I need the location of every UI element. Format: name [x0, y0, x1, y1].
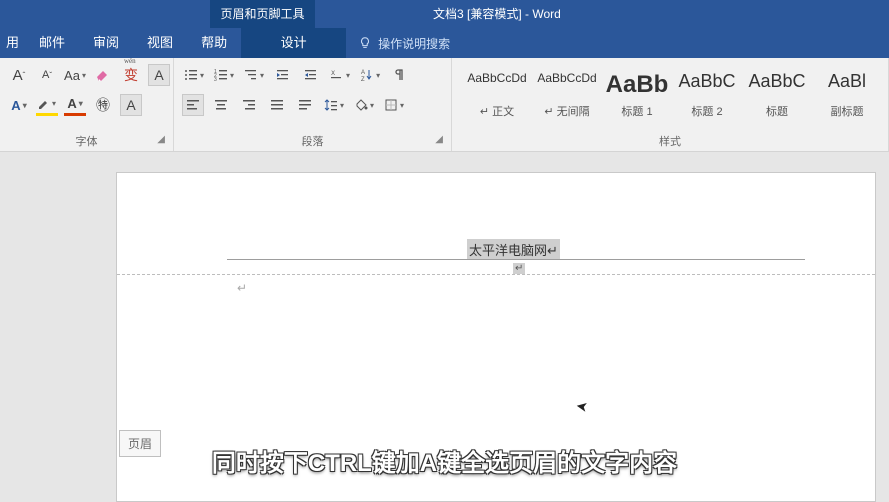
align-center-button[interactable] [210, 94, 232, 116]
header-text-selected[interactable]: 太平洋电脑网↵ [467, 239, 560, 260]
group-paragraph-label: 段落 ◢ [180, 133, 445, 151]
highlighter-icon [38, 98, 50, 110]
decrease-indent-button[interactable] [272, 64, 294, 86]
text-effects-button[interactable]: A [8, 94, 30, 116]
title-bar: 页眉和页脚工具 文档3 [兼容模式] - Word [0, 0, 889, 28]
style-item[interactable]: AaBb 标题 1 [602, 66, 672, 122]
align-center-icon [214, 98, 228, 112]
sort-icon: AZ [360, 68, 374, 82]
numbering-button[interactable]: 123 [212, 64, 236, 86]
header-region[interactable]: 太平洋电脑网↵ ↵ [117, 235, 875, 275]
increase-indent-button[interactable] [300, 64, 322, 86]
align-left-button[interactable] [182, 94, 204, 116]
font-color-button[interactable]: A [64, 94, 86, 116]
style-preview: AaBbC [675, 71, 739, 92]
group-styles-label: 样式 [458, 133, 882, 151]
ribbon: Aˆ Aˇ Aa 变wén A A A ㊕ A [0, 58, 889, 152]
group-font: Aˆ Aˇ Aa 变wén A A A ㊕ A [0, 58, 174, 151]
shrink-font-button[interactable]: Aˇ [36, 64, 58, 86]
line-spacing-icon [324, 98, 338, 112]
tab-help[interactable]: 帮助 [187, 28, 241, 58]
grow-font-button[interactable]: Aˆ [8, 64, 30, 86]
group-styles: AaBbCcDd ↵ 正文 AaBbCcDd ↵ 无间隔 AaBb 标题 1 AaBbC 标题… [452, 58, 889, 151]
align-distribute-button[interactable] [294, 94, 316, 116]
tab-review[interactable]: 审阅 [79, 28, 133, 58]
character-shading-button[interactable]: A [120, 94, 142, 116]
bullets-icon [184, 68, 198, 82]
borders-button[interactable] [382, 94, 406, 116]
style-name: 标题 1 [605, 103, 669, 119]
style-name: ↵ 正文 [465, 103, 529, 119]
phonetic-guide-button[interactable]: 变wén [120, 64, 142, 86]
svg-text:A: A [361, 70, 365, 76]
style-name: 标题 2 [675, 103, 739, 119]
change-case-button[interactable]: Aa [64, 64, 86, 86]
style-preview: AaBbCcDd [535, 71, 599, 85]
paragraph-mark: ↵ [237, 281, 247, 295]
shading-button[interactable] [352, 94, 376, 116]
tell-me-search[interactable]: 操作说明搜索 [358, 28, 450, 58]
style-preview: AaBl [815, 71, 879, 92]
asian-layout-icon: Ⅹ [330, 68, 344, 82]
sort-button[interactable]: AZ [358, 64, 382, 86]
style-preview: AaBbCcDd [465, 71, 529, 85]
document-title: 文档3 [兼容模式] - Word [433, 0, 561, 28]
svg-text:Z: Z [361, 77, 365, 82]
align-left-icon [186, 98, 200, 112]
highlight-button[interactable] [36, 94, 58, 116]
multilevel-list-button[interactable] [242, 64, 266, 86]
character-border-button[interactable]: A [148, 64, 170, 86]
dec-indent-icon [276, 68, 290, 82]
multilevel-icon [244, 68, 258, 82]
line-spacing-button[interactable] [322, 94, 346, 116]
clear-format-button[interactable] [92, 64, 114, 86]
tab-mailings[interactable]: 邮件 [25, 28, 79, 58]
style-item[interactable]: AaBbCcDd ↵ 正文 [462, 66, 532, 122]
style-name: 副标题 [815, 103, 879, 119]
style-item[interactable]: AaBbC 标题 [742, 66, 812, 122]
enclosed-char-button[interactable]: ㊕ [92, 94, 114, 116]
pilcrow-icon [392, 68, 406, 82]
borders-icon [384, 98, 398, 112]
align-right-button[interactable] [238, 94, 260, 116]
lightbulb-icon [358, 36, 372, 50]
tell-me-label: 操作说明搜索 [378, 35, 450, 52]
align-justify-icon [270, 98, 284, 112]
group-font-label: 字体 ◢ [6, 133, 167, 151]
style-item[interactable]: AaBl 副标题 [812, 66, 882, 122]
contextual-tool-label: 页眉和页脚工具 [210, 0, 315, 28]
inc-indent-icon [304, 68, 318, 82]
tab-use-partial[interactable]: 用 [0, 28, 25, 58]
tab-view[interactable]: 视图 [133, 28, 187, 58]
svg-text:3: 3 [214, 77, 217, 82]
style-name: 标题 [745, 103, 809, 119]
style-preview: AaBb [605, 71, 669, 99]
asian-layout-button[interactable]: Ⅹ [328, 64, 352, 86]
group-paragraph: 123 Ⅹ AZ [174, 58, 452, 151]
align-justify-button[interactable] [266, 94, 288, 116]
bullets-button[interactable] [182, 64, 206, 86]
svg-text:Ⅹ: Ⅹ [331, 71, 335, 77]
style-name: ↵ 无间隔 [535, 103, 599, 119]
show-marks-button[interactable] [388, 64, 410, 86]
align-dist-icon [298, 98, 312, 112]
font-dialog-launcher[interactable]: ◢ [157, 131, 165, 149]
numbering-icon: 123 [214, 68, 228, 82]
style-item[interactable]: AaBbC 标题 2 [672, 66, 742, 122]
style-item[interactable]: AaBbCcDd ↵ 无间隔 [532, 66, 602, 122]
header-underline [227, 259, 805, 260]
eraser-icon [95, 67, 111, 83]
align-right-icon [242, 98, 256, 112]
bucket-icon [354, 98, 368, 112]
tab-design[interactable]: 设计 [241, 28, 346, 58]
header-column-handle[interactable]: ↵ [513, 263, 525, 274]
paragraph-dialog-launcher[interactable]: ◢ [435, 131, 443, 149]
tab-bar: 用 邮件 审阅 视图 帮助 设计 操作说明搜索 [0, 28, 889, 58]
caption-subtitle: 同时按下CTRL键加A键全选页眉的文字内容 [0, 443, 889, 478]
style-preview: AaBbC [745, 71, 809, 92]
style-gallery[interactable]: AaBbCcDd ↵ 正文 AaBbCcDd ↵ 无间隔 AaBb 标题 1 AaBbC 标题… [458, 62, 882, 122]
